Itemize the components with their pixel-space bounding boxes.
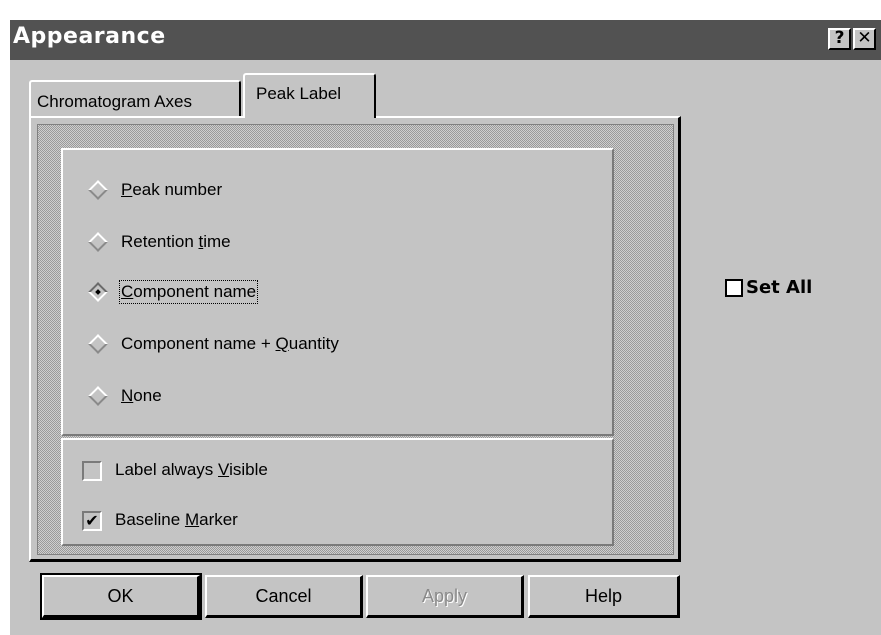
radio-label: Component name + Quantity: [121, 334, 339, 353]
panel-hatch-frame: Peak number Retention time Component nam…: [37, 124, 674, 555]
appearance-dialog: Appearance ? ✕ Chromatogram Axes Peak La…: [10, 20, 881, 635]
apply-button[interactable]: Apply: [366, 575, 524, 618]
radio-dot: [95, 289, 101, 295]
label-type-radio-group: Peak number Retention time Component nam…: [61, 148, 614, 436]
tab-chromatogram-axes[interactable]: Chromatogram Axes: [29, 80, 241, 116]
ok-button[interactable]: OK: [40, 573, 202, 620]
radio-button-selected[interactable]: [88, 282, 108, 302]
cancel-button[interactable]: Cancel: [205, 575, 363, 618]
radio-label: Peak number: [121, 180, 223, 199]
tab-peak-label[interactable]: Peak Label: [243, 73, 376, 118]
radio-button[interactable]: [88, 232, 108, 252]
radio-label: None: [121, 386, 162, 405]
radio-label: Component name: [118, 280, 259, 304]
checkbox[interactable]: [725, 279, 743, 297]
tab-label: Peak Label: [256, 84, 342, 103]
tab-label: Chromatogram Axes: [37, 92, 192, 111]
radio-button[interactable]: [88, 334, 108, 354]
checkbox-label: Label always Visible: [115, 460, 268, 479]
peak-label-panel: Peak number Retention time Component nam…: [29, 116, 681, 562]
checkmark-icon[interactable]: ✔: [82, 511, 102, 531]
help-icon[interactable]: ?: [828, 28, 851, 50]
window-title: Appearance: [13, 24, 166, 49]
radio-button[interactable]: [88, 386, 108, 406]
checkbox-label: Baseline Marker: [115, 510, 238, 529]
checkbox[interactable]: [82, 461, 102, 481]
close-icon[interactable]: ✕: [853, 28, 876, 50]
label-options-checkbox-group: Label always Visible ✔ Baseline Marker: [61, 438, 614, 546]
title-bar[interactable]: Appearance ? ✕: [10, 20, 881, 60]
set-all-label: Set All: [746, 277, 813, 298]
radio-label: Retention time: [121, 232, 231, 251]
help-button[interactable]: Help: [528, 575, 680, 618]
radio-button[interactable]: [88, 180, 108, 200]
